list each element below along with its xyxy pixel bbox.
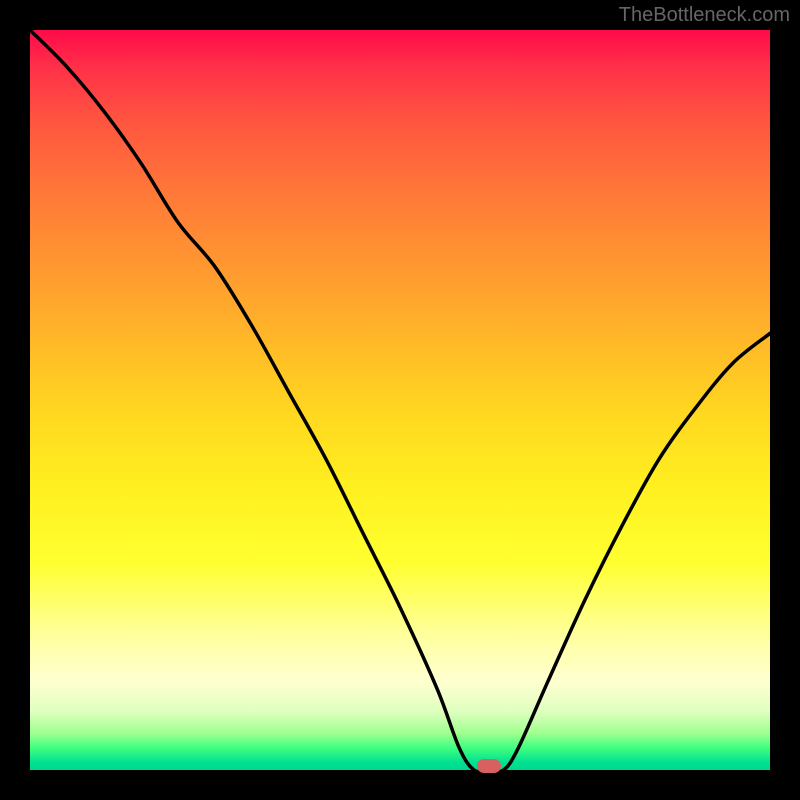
- curve-line: [30, 30, 770, 770]
- watermark-text: TheBottleneck.com: [619, 4, 790, 27]
- plot-area: [30, 30, 770, 770]
- minimum-marker: [477, 759, 501, 773]
- chart-container: TheBottleneck.com: [0, 0, 800, 800]
